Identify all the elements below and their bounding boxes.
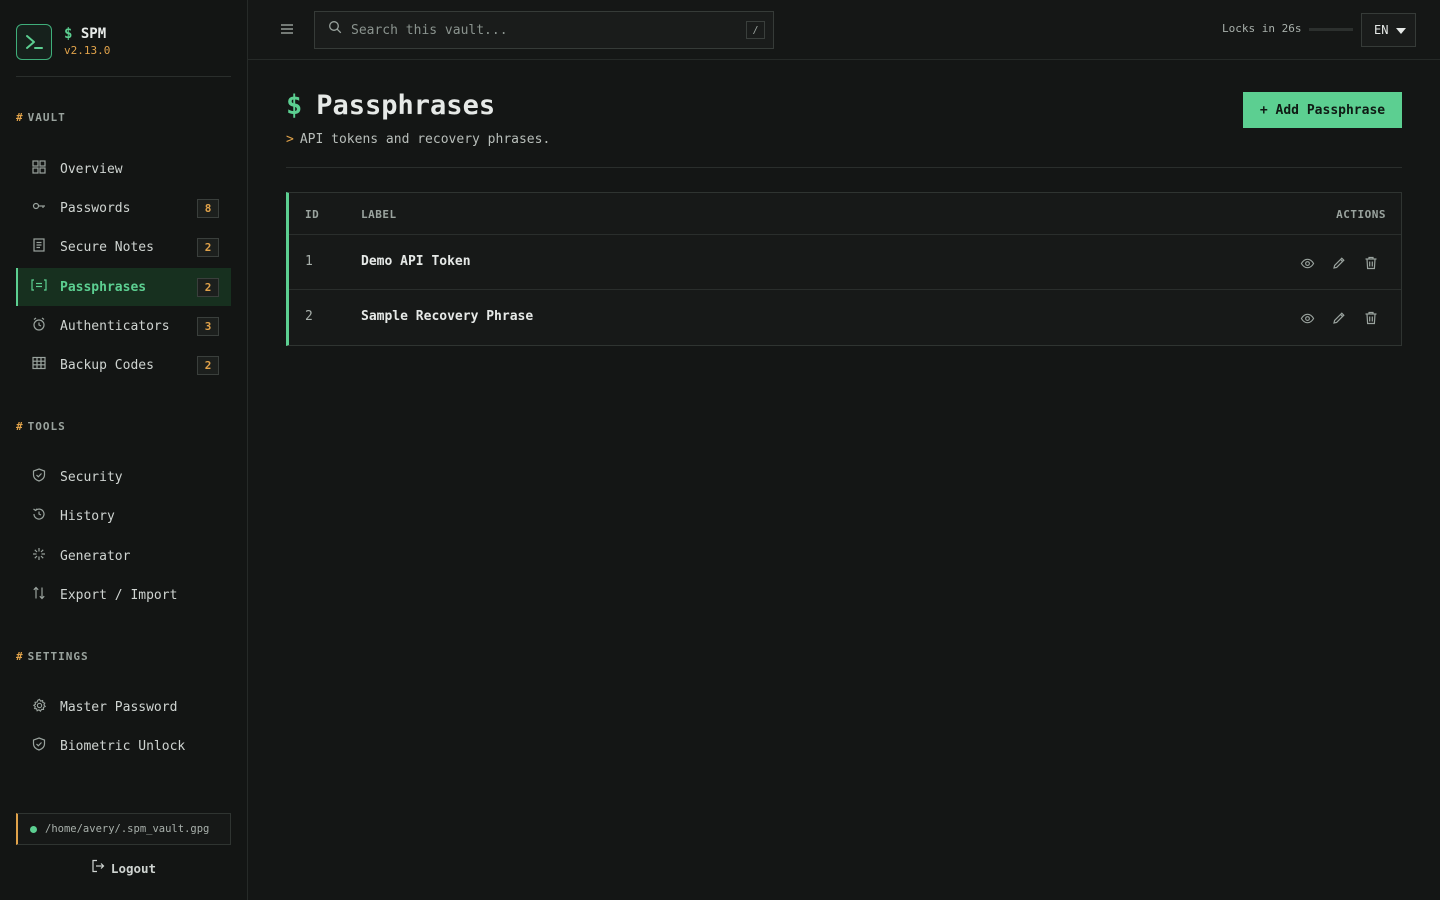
caret-down-icon (1396, 28, 1406, 34)
count-badge: 2 (197, 238, 219, 257)
column-header-id[interactable]: ID (305, 208, 319, 221)
sidebar-item-label: Authenticators (60, 318, 170, 334)
logout-icon (91, 859, 105, 877)
view-icon[interactable] (1298, 309, 1316, 327)
sidebar-item-label: Master Password (60, 699, 178, 715)
sidebar-item-export-import[interactable]: Export / Import (16, 576, 231, 614)
sidebar-item-generator[interactable]: Generator (16, 537, 231, 575)
search-box[interactable]: / (314, 11, 774, 49)
auto-lock-progress (1309, 28, 1353, 31)
trash-icon[interactable] (1362, 254, 1380, 272)
sidebar-item-label: Secure Notes (60, 239, 154, 255)
shield-icon (31, 467, 47, 483)
sidebar-item-label: Backup Codes (60, 357, 154, 373)
app: $ SPM v2.13.0 # VAULT Overview Passwords … (0, 0, 1440, 900)
row-id: 2 (305, 309, 313, 324)
sidebar-item-passwords[interactable]: Passwords 8 (16, 189, 231, 227)
column-header-label[interactable]: LABEL (361, 208, 397, 221)
brand[interactable]: $ SPM v2.13.0 (16, 24, 110, 60)
menu-button[interactable] (278, 20, 296, 38)
swap-icon (31, 585, 47, 601)
sidebar-item-authenticators[interactable]: Authenticators 3 (16, 307, 231, 345)
logout-label: Logout (110, 860, 157, 876)
row-label: Demo API Token (361, 254, 471, 269)
page-title-text: Passphrases (316, 90, 496, 121)
brand-divider (16, 76, 231, 77)
shield-icon (31, 736, 47, 752)
brand-text: $ SPM v2.13.0 (64, 26, 110, 58)
passphrase-icon (31, 277, 47, 293)
brand-version: v2.13.0 (64, 44, 111, 57)
hamburger-icon (281, 24, 293, 34)
history-icon (31, 506, 47, 522)
search-input[interactable] (351, 12, 731, 48)
sidebar-item-passphrases[interactable]: Passphrases 2 (16, 268, 231, 306)
status-dot (30, 825, 37, 833)
note-icon (31, 237, 47, 253)
trash-icon[interactable] (1362, 309, 1380, 327)
sidebar: $ SPM v2.13.0 # VAULT Overview Passwords … (0, 0, 248, 900)
vault-path-text: /home/avery/.spm_vault.gpg (45, 823, 210, 835)
page-subtitle-text: API tokens and recovery phrases. (299, 132, 551, 147)
edit-icon[interactable] (1330, 254, 1348, 272)
language-value: EN (1374, 23, 1389, 37)
logout-button[interactable]: Logout (16, 856, 231, 880)
sidebar-item-overview[interactable]: Overview (16, 150, 231, 188)
gear-icon (31, 697, 47, 713)
section-title-tools: # TOOLS (16, 420, 66, 433)
sidebar-item-label: Passphrases (60, 279, 147, 295)
language-select[interactable]: EN (1361, 13, 1416, 47)
sidebar-item-label: Export / Import (60, 587, 178, 603)
sidebar-item-label: Security (60, 469, 123, 485)
sidebar-item-history[interactable]: History (16, 497, 231, 535)
content-divider (286, 167, 1402, 168)
topbar: / Locks in 26s EN (248, 0, 1440, 60)
sidebar-item-biometric-unlock[interactable]: Biometric Unlock (16, 727, 231, 765)
search-shortcut-key: / (746, 21, 765, 39)
count-badge: 2 (197, 356, 219, 375)
view-icon[interactable] (1298, 254, 1316, 272)
sidebar-item-secure-notes[interactable]: Secure Notes 2 (16, 228, 231, 266)
brand-name: $ SPM (64, 26, 110, 43)
main-content: / Locks in 26s EN $ Passphrases > API toke… (248, 0, 1440, 900)
sidebar-item-label: Overview (60, 161, 123, 177)
sidebar-item-backup-codes[interactable]: Backup Codes 2 (16, 346, 231, 384)
page-title: $ Passphrases (286, 90, 495, 121)
count-badge: 3 (197, 317, 219, 336)
table-row[interactable]: 1 Demo API Token (289, 235, 1401, 290)
sidebar-item-label: Passwords (60, 200, 131, 216)
sidebar-item-label: Generator (60, 548, 131, 564)
row-id: 1 (305, 254, 313, 269)
sidebar-item-security[interactable]: Security (16, 458, 231, 496)
page-subtitle: > API tokens and recovery phrases. (286, 132, 550, 147)
section-title-vault: # VAULT (16, 111, 66, 124)
sidebar-item-master-password[interactable]: Master Password (16, 688, 231, 726)
page-subtitle-prefix: > (286, 132, 294, 147)
section-title-settings: # SETTINGS (16, 650, 89, 663)
row-label: Sample Recovery Phrase (361, 309, 534, 324)
passphrases-table: ID LABEL ACTIONS 1 Demo API Token 2 Samp… (286, 192, 1402, 346)
count-badge: 2 (197, 278, 219, 297)
vault-path-indicator: /home/avery/.spm_vault.gpg (16, 813, 231, 845)
grid-icon (31, 159, 47, 175)
key-icon (31, 198, 47, 214)
page-title-prefix: $ (286, 90, 303, 121)
auto-lock-timer: Locks in 26s (1222, 22, 1302, 35)
sidebar-item-label: Biometric Unlock (60, 738, 186, 754)
clock-icon (31, 316, 47, 332)
search-icon (328, 20, 342, 38)
count-badge: 8 (197, 199, 219, 218)
edit-icon[interactable] (1330, 309, 1348, 327)
table-icon (31, 355, 47, 371)
brand-prefix: $ (64, 26, 73, 42)
sidebar-item-label: History (60, 508, 115, 524)
brand-name-text: SPM (80, 26, 107, 42)
column-header-actions: ACTIONS (1336, 208, 1386, 221)
table-header: ID LABEL ACTIONS (289, 193, 1401, 235)
add-passphrase-button[interactable]: + Add Passphrase (1243, 92, 1402, 128)
terminal-logo-icon (16, 24, 52, 60)
sparkle-icon (31, 546, 47, 562)
table-row[interactable]: 2 Sample Recovery Phrase (289, 290, 1401, 345)
